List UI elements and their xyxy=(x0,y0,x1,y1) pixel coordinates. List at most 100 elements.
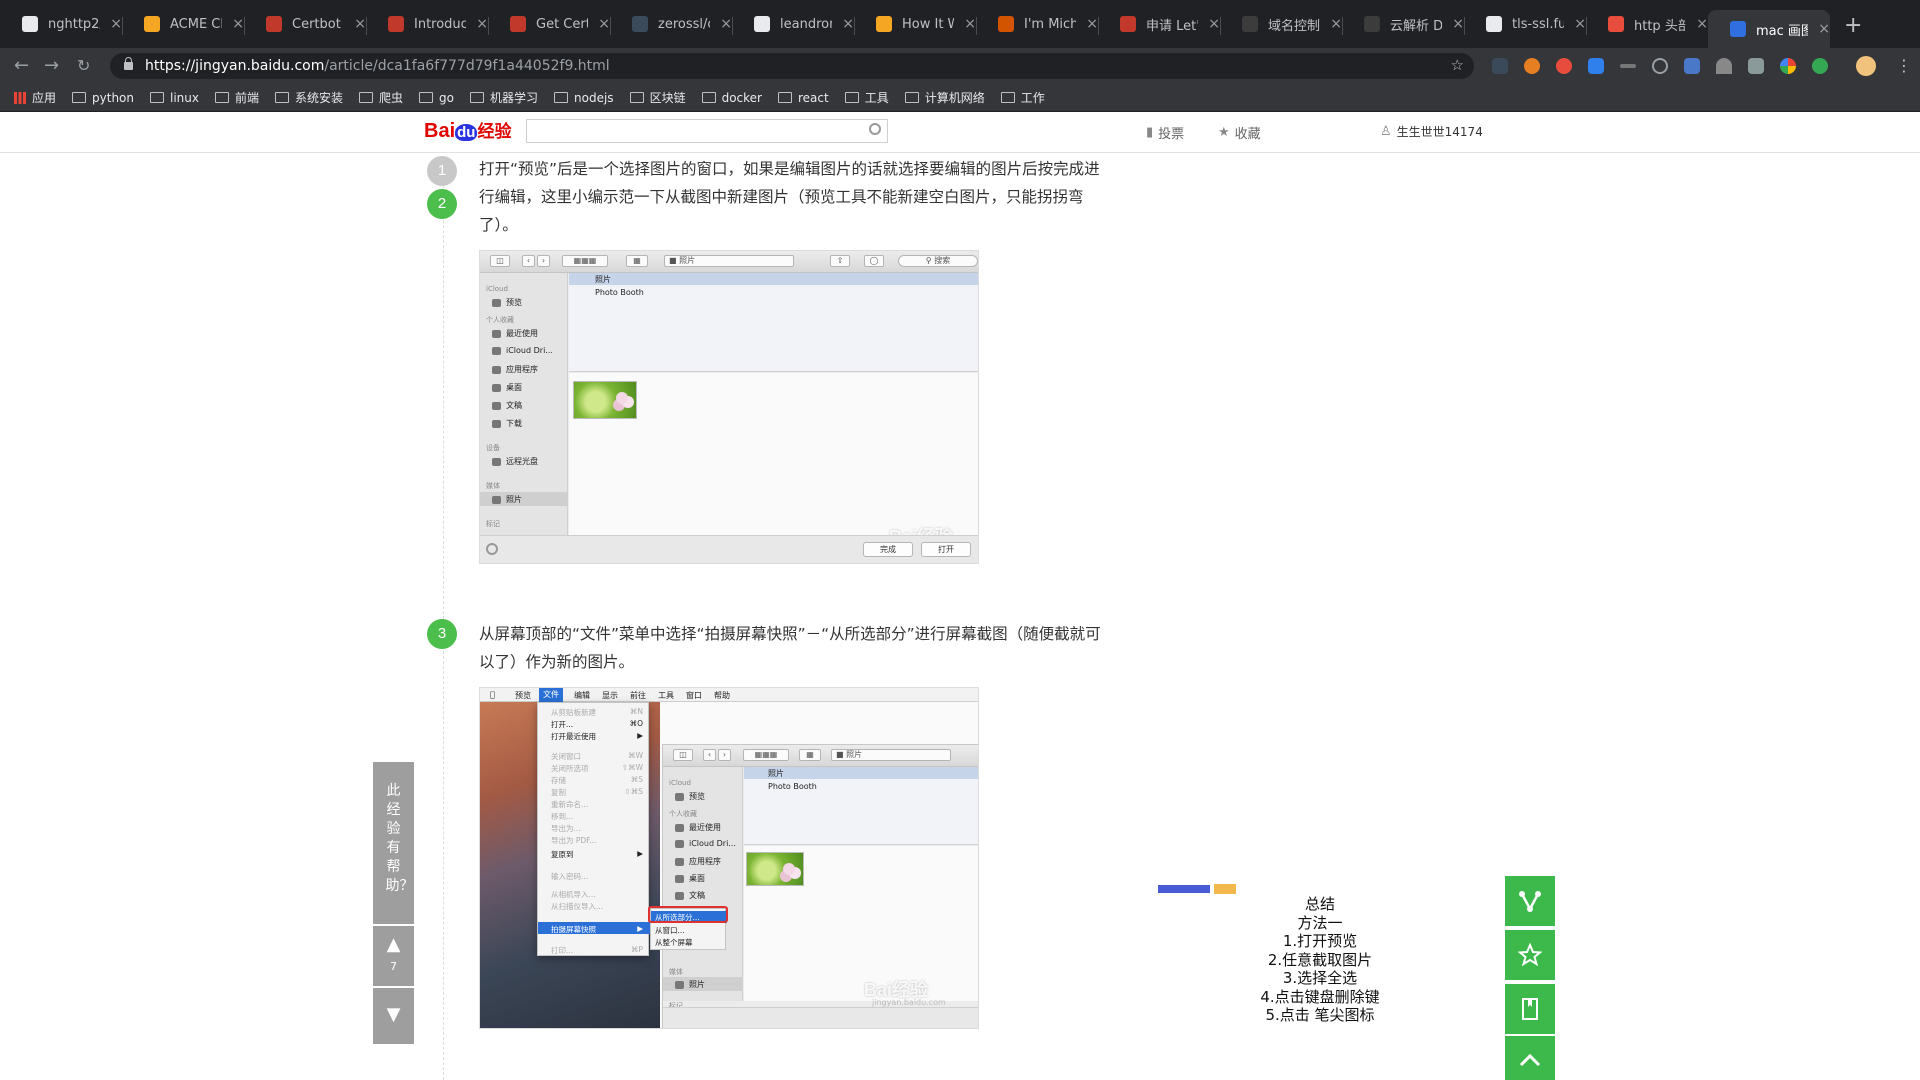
sidebar-item: 下载 xyxy=(492,418,522,429)
translate-extension-icon[interactable] xyxy=(1684,58,1700,74)
browser-tab[interactable]: http 头部 × xyxy=(1586,10,1708,38)
browser-tab[interactable]: zerossl/cli × xyxy=(610,10,732,38)
summary-text: 总结 方法一 1.打开预览 2.任意截取图片 3.选择全选 4.点击键盘删除键 5.点击 笔… xyxy=(1240,895,1400,1025)
tab-title: 域名控制台 xyxy=(1268,18,1321,34)
reload-icon[interactable]: ↻ xyxy=(77,56,90,75)
menu-item: 从扫描仪导入... xyxy=(551,902,604,911)
browser-tab[interactable]: mac 画图 × xyxy=(1708,10,1830,48)
browser-tab[interactable]: leandromo × xyxy=(732,10,854,38)
helpful-vote-widget: 此经验有帮助？ ▲ 7 ▼ xyxy=(373,762,414,1044)
extension-icon[interactable] xyxy=(1556,58,1572,74)
tab-separator xyxy=(1220,17,1221,35)
bookmark-folder[interactable]: 前端 xyxy=(214,89,259,106)
browser-tab[interactable]: I'm Micha × xyxy=(976,10,1098,38)
bookmark-folder[interactable]: 爬虫 xyxy=(359,89,403,106)
browser-tab[interactable]: ACME Clie × xyxy=(122,10,244,38)
favorite-link[interactable]: ★ 收藏 xyxy=(1218,123,1261,142)
forward-arrow-icon[interactable]: → xyxy=(44,55,59,76)
browser-tab[interactable]: Certbot × xyxy=(244,10,366,38)
menu-item: 导出为 PDF... xyxy=(551,836,597,845)
share-icon: ⇧ xyxy=(830,255,850,267)
browser-tab[interactable]: 云解析 DN × xyxy=(1342,10,1464,38)
tab-close-icon[interactable]: × xyxy=(1086,16,1098,32)
bookmark-folder[interactable]: nodejs xyxy=(554,89,614,106)
browser-tab[interactable]: 域名控制台 × xyxy=(1220,10,1342,38)
open-button: 打开 xyxy=(921,542,971,557)
search-icon[interactable] xyxy=(869,123,881,135)
back-to-top-button[interactable] xyxy=(1505,1036,1555,1080)
tab-separator xyxy=(976,17,977,35)
extension-icon[interactable] xyxy=(1620,64,1636,68)
tab-close-icon[interactable]: × xyxy=(1452,16,1464,32)
tab-close-icon[interactable]: × xyxy=(1574,16,1586,32)
extension-icon[interactable] xyxy=(1748,58,1764,74)
bookmark-label: 前端 xyxy=(234,91,259,105)
tab-close-icon[interactable]: × xyxy=(1696,16,1708,32)
browser-tab[interactable]: Introductio × xyxy=(366,10,488,38)
vote-up-button[interactable]: ▲ 7 xyxy=(373,926,414,986)
browser-tab[interactable]: 申请 Let's × xyxy=(1098,10,1220,38)
browser-menu-icon[interactable]: ⋮ xyxy=(1896,56,1912,75)
extension-icon[interactable] xyxy=(1492,58,1508,74)
user-link[interactable]: ♙ 生生世世14174 xyxy=(1380,123,1483,140)
browser-tab[interactable]: Get Certb × xyxy=(488,10,610,38)
cookie-extension-icon[interactable] xyxy=(1524,58,1540,74)
tab-close-icon[interactable]: × xyxy=(1208,16,1220,32)
tab-close-icon[interactable]: × xyxy=(354,16,366,32)
bookmark-folder[interactable]: 工具 xyxy=(844,89,889,106)
extension-icon[interactable] xyxy=(1716,58,1732,74)
bookmark-folder[interactable]: 工作 xyxy=(1000,89,1045,106)
back-arrow-icon[interactable]: ← xyxy=(14,55,29,76)
tab-close-icon[interactable]: × xyxy=(964,16,976,32)
tab-close-icon[interactable]: × xyxy=(232,16,244,32)
bookmark-star-icon[interactable]: ☆ xyxy=(1451,56,1464,74)
vote-link[interactable]: ▮ 投票 xyxy=(1146,123,1184,142)
bookmark-folder[interactable]: linux xyxy=(150,89,199,106)
bookmark-folder[interactable]: python xyxy=(72,89,134,106)
step-image[interactable]: ◫ ‹ › ▦▦▦ ▦ ■ 照片 ⇧ ◯ ⚲ 搜索 iCloud 预览 个人收藏… xyxy=(479,250,979,564)
bookmark-folder[interactable]: 区块链 xyxy=(629,89,686,106)
tab-close-icon[interactable]: × xyxy=(1330,16,1342,32)
tab-title: zerossl/cli xyxy=(658,16,710,32)
tab-separator xyxy=(366,17,367,35)
bookmark-folder[interactable]: 机器学习 xyxy=(470,89,538,106)
tab-close-icon[interactable]: × xyxy=(110,16,122,32)
tab-close-icon[interactable]: × xyxy=(476,16,488,32)
chevron-up-icon xyxy=(1519,1053,1541,1067)
menu-item: 从剪贴板新建 ⌘N xyxy=(551,707,643,717)
browser-tab[interactable]: tls-ssl.fud × xyxy=(1464,10,1586,38)
chrome-extension-icon[interactable] xyxy=(1780,58,1796,74)
bookmark-folder[interactable]: docker xyxy=(701,89,762,106)
favorite-button[interactable] xyxy=(1505,930,1555,980)
extension-icon[interactable] xyxy=(1588,58,1604,74)
bookmark-folder[interactable]: 系统安装 xyxy=(275,89,343,106)
browser-tab[interactable]: How It Wo × xyxy=(854,10,976,38)
menu-item: 打印... ⌘P xyxy=(551,945,643,955)
bookmark-folder[interactable]: 计算机网络 xyxy=(904,89,985,106)
step-image[interactable]:  预览 文件 编辑 显示 前往 工具 窗口 帮助 ◫ ‹ › ▦▦▦ ▦ ■ … xyxy=(479,687,979,1029)
extension-icon[interactable] xyxy=(1652,58,1668,74)
baidu-jingyan-logo[interactable]: Bai du 经验 xyxy=(424,117,511,143)
bookmark-apps[interactable]: 应用 xyxy=(14,89,56,106)
tab-title: Introductio xyxy=(414,16,467,32)
tab-close-icon[interactable]: × xyxy=(720,16,732,32)
bookmark-folder[interactable]: react xyxy=(777,89,829,106)
search-input[interactable] xyxy=(527,120,857,142)
address-bar[interactable]: https://jingyan.baidu.com/article/dca1fa… xyxy=(110,53,1474,79)
url-text[interactable]: https://jingyan.baidu.com/article/dca1fa… xyxy=(145,58,610,74)
menu-item: 从相机导入... xyxy=(551,890,596,899)
tab-separator xyxy=(122,17,123,35)
browser-tab[interactable]: nghttp2/n × xyxy=(0,10,122,38)
tab-close-icon[interactable]: × xyxy=(842,16,854,32)
tab-separator xyxy=(732,17,733,35)
bookmark-folder[interactable]: go xyxy=(419,89,454,106)
profile-avatar[interactable] xyxy=(1856,56,1876,76)
vote-down-button[interactable]: ▼ xyxy=(373,988,414,1044)
share-button[interactable] xyxy=(1505,876,1555,926)
tab-close-icon[interactable]: × xyxy=(1818,21,1830,37)
extension-icon[interactable] xyxy=(1812,58,1828,74)
new-tab-button[interactable]: + xyxy=(1844,13,1862,38)
bookmark-button[interactable] xyxy=(1505,984,1555,1034)
folder-icon xyxy=(777,92,792,103)
tab-close-icon[interactable]: × xyxy=(598,16,610,32)
